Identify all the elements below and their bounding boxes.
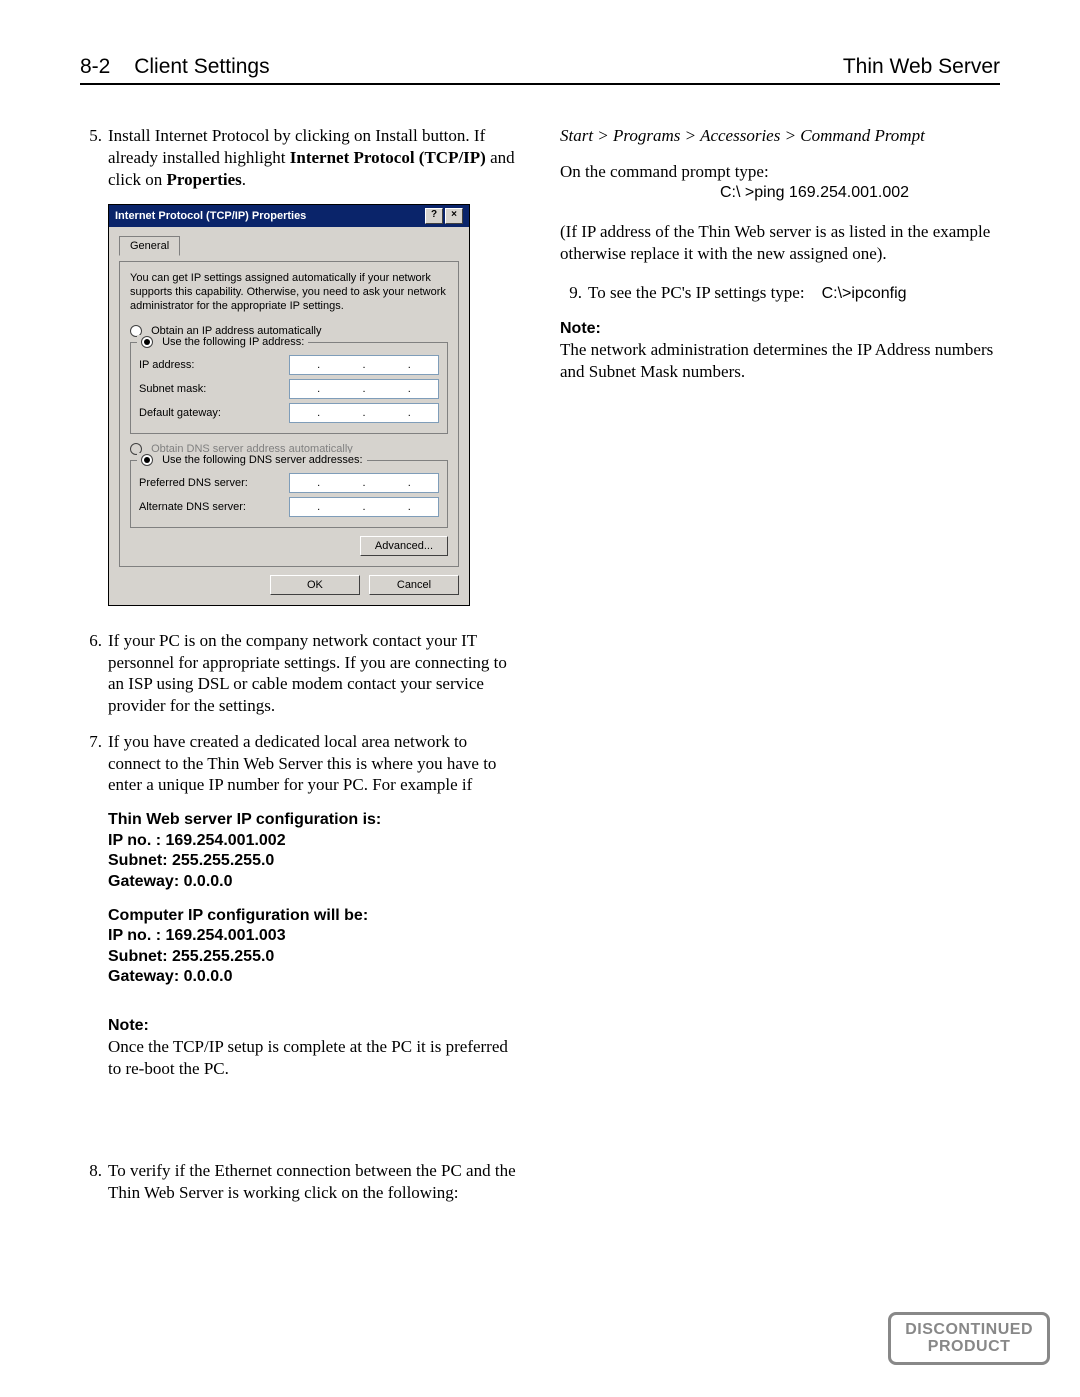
help-icon[interactable]: ? [425, 208, 443, 224]
alternate-dns-field[interactable]: ... [289, 497, 439, 517]
ok-button[interactable]: OK [270, 575, 360, 595]
page-header: 8-2 Client Settings Thin Web Server [80, 55, 1000, 85]
dialog-titlebar: Internet Protocol (TCP/IP) Properties ? … [109, 205, 469, 227]
note-text: The network administration determines th… [560, 339, 1000, 383]
nav-path: Start > Programs > Accessories > Command… [560, 125, 1000, 147]
bold-text: Properties [167, 170, 242, 189]
step-body: Install Internet Protocol by clicking on… [108, 125, 520, 190]
config-line: Subnet: 255.255.255.0 [108, 947, 520, 967]
label-subnet: Subnet mask: [139, 382, 289, 396]
close-icon[interactable]: × [445, 208, 463, 224]
tab-panel: You can get IP settings assigned automat… [119, 261, 459, 566]
step-number: 9. [560, 282, 588, 304]
config-line: Gateway: 0.0.0.0 [108, 872, 520, 892]
config-line: Gateway: 0.0.0.0 [108, 967, 520, 987]
header-right: Thin Web Server [843, 55, 1000, 79]
dialog-title: Internet Protocol (TCP/IP) Properties [115, 209, 423, 223]
config-line: Subnet: 255.255.255.0 [108, 851, 520, 871]
radio-label: Use the following DNS server addresses: [162, 454, 363, 466]
radio-label: Use the following IP address: [162, 336, 304, 348]
if-note: (If IP address of the Thin Web server is… [560, 221, 1000, 265]
label-alternate-dns: Alternate DNS server: [139, 500, 289, 514]
step-number: 5. [80, 125, 108, 190]
ip-address-field[interactable]: ... [289, 355, 439, 375]
page-number: 8-2 [80, 55, 110, 78]
prompt-intro: On the command prompt type: [560, 161, 1000, 183]
step-number: 7. [80, 731, 108, 796]
default-gateway-field[interactable]: ... [289, 403, 439, 423]
radio-use-ip[interactable]: Use the following IP address: [137, 335, 308, 349]
header-left: 8-2 Client Settings [80, 55, 270, 79]
fieldset-use-ip: Use the following IP address: IP address… [130, 342, 448, 434]
ipconfig-command: C:\>ipconfig [822, 285, 907, 302]
label-gateway: Default gateway: [139, 406, 289, 420]
step-8: 8. To verify if the Ethernet connection … [80, 1160, 520, 1204]
config-line: IP no. : 169.254.001.002 [108, 831, 520, 851]
label-ip-address: IP address: [139, 358, 289, 372]
step-7: 7. If you have created a dedicated local… [80, 731, 520, 796]
config-line: Computer IP configuration will be: [108, 906, 520, 926]
preferred-dns-field[interactable]: ... [289, 473, 439, 493]
step-5: 5. Install Internet Protocol by clicking… [80, 125, 520, 190]
note-1: Note: Once the TCP/IP setup is complete … [108, 1016, 520, 1080]
stamp-line1: DISCONTINUED [905, 1321, 1033, 1339]
step-number: 6. [80, 630, 108, 717]
step-body: To see the PC's IP settings type: C:\>ip… [588, 282, 1000, 304]
left-column: 5. Install Internet Protocol by clicking… [80, 125, 520, 1217]
bold-text: Internet Protocol (TCP/IP) [290, 148, 486, 167]
note-label: Note: [108, 1016, 520, 1036]
right-column: Start > Programs > Accessories > Command… [560, 125, 1000, 1217]
radio-icon [141, 454, 153, 466]
dialog-description: You can get IP settings assigned automat… [130, 272, 448, 313]
section-title: Client Settings [134, 55, 269, 78]
note-label: Note: [560, 319, 1000, 339]
text: . [242, 170, 246, 189]
step-6: 6. If your PC is on the company network … [80, 630, 520, 717]
step-number: 8. [80, 1160, 108, 1204]
fieldset-use-dns: Use the following DNS server addresses: … [130, 460, 448, 528]
cancel-button[interactable]: Cancel [369, 575, 459, 595]
tcpip-properties-dialog: Internet Protocol (TCP/IP) Properties ? … [108, 204, 470, 606]
subnet-mask-field[interactable]: ... [289, 379, 439, 399]
pc-ip-config: Computer IP configuration will be: IP no… [108, 906, 520, 988]
note-2: Note: The network administration determi… [560, 319, 1000, 383]
advanced-button[interactable]: Advanced... [360, 536, 448, 556]
step-body: If your PC is on the company network con… [108, 630, 520, 717]
discontinued-stamp: DISCONTINUED PRODUCT [888, 1312, 1050, 1365]
step-body: If you have created a dedicated local ar… [108, 731, 520, 796]
label-preferred-dns: Preferred DNS server: [139, 476, 289, 490]
radio-use-dns[interactable]: Use the following DNS server addresses: [137, 453, 367, 467]
ping-command: C:\ >ping 169.254.001.002 [560, 183, 1000, 203]
tab-row: General [119, 235, 459, 255]
radio-icon [141, 336, 153, 348]
step-9: 9. To see the PC's IP settings type: C:\… [560, 282, 1000, 304]
config-line: IP no. : 169.254.001.003 [108, 926, 520, 946]
tab-general[interactable]: General [119, 236, 180, 256]
server-ip-config: Thin Web server IP configuration is: IP … [108, 810, 520, 892]
config-line: Thin Web server IP configuration is: [108, 810, 520, 830]
text: To see the PC's IP settings type: [588, 283, 805, 302]
step-body: To verify if the Ethernet connection bet… [108, 1160, 520, 1204]
stamp-line2: PRODUCT [905, 1338, 1033, 1356]
note-text: Once the TCP/IP setup is complete at the… [108, 1036, 520, 1080]
